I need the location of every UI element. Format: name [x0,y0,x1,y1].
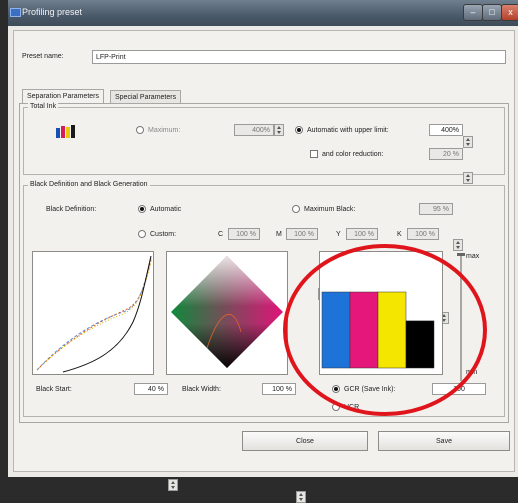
maximum-radio[interactable] [136,126,144,134]
ink-bars-graph [321,291,435,369]
title-bar[interactable]: Profiling preset – □ x [8,0,518,26]
gcr-radio[interactable] [332,385,340,393]
tab-special-parameters[interactable]: Special Parameters [110,90,182,103]
total-ink-group [23,107,505,175]
c-input[interactable]: 100 % [228,228,260,240]
k-input[interactable]: 100 % [407,228,439,240]
profiling-preset-window: Profiling preset – □ x Preset name: LFP-… [8,0,518,503]
yellow-bar [377,291,407,369]
m-input[interactable]: 100 % [286,228,318,240]
maximum-black-radio[interactable] [292,205,300,213]
color-reduction-checkbox[interactable] [310,150,318,158]
black-width-input[interactable]: 100 % [262,383,296,395]
automatic-label: Automatic [150,206,182,213]
ucr-radio[interactable] [332,403,340,411]
ucr-label: UCR [344,404,360,411]
custom-label: Custom: [150,231,177,238]
y-input[interactable]: 100 % [346,228,378,240]
preset-name-input[interactable]: LFP-Print [92,50,506,64]
gcr-label: GCR (Save Ink): [344,386,396,393]
black-start-spinner[interactable] [168,479,178,491]
black-width-spinner[interactable] [296,491,306,503]
color-reduction-input[interactable]: 20 % [429,148,463,160]
automatic-upper-limit-radio[interactable] [295,126,303,134]
maximum-spinner[interactable] [274,124,284,136]
maximum-black-input[interactable]: 95 % [419,203,453,215]
gamut-preview-panel [166,251,288,375]
cyan-bar [321,291,351,369]
gcr-value-input[interactable]: 100 [432,383,486,395]
automatic-upper-limit-input[interactable]: 400% [429,124,463,136]
black-width-label: Black Width: [182,386,221,393]
maximum-black-spinner[interactable] [453,239,463,251]
color-reduction-spinner[interactable] [463,172,473,184]
automatic-upper-limit-spinner[interactable] [463,136,473,148]
black-bar [405,320,435,369]
ink-bars-panel [319,251,443,375]
black-start-input[interactable]: 40 % [134,383,168,395]
k-label: K [397,231,402,238]
black-definition-label: Black Definition: [46,206,97,213]
m-label: M [276,231,282,238]
preset-name-label: Preset name: [22,53,64,60]
gcr-slider-handle[interactable] [457,253,465,256]
minimize-button[interactable]: – [463,4,483,21]
automatic-upper-limit-label: Automatic with upper limit: [307,127,389,134]
close-window-button[interactable]: x [501,4,518,21]
close-button[interactable]: Close [242,431,368,451]
maximize-button[interactable]: □ [482,4,502,21]
maximum-input[interactable]: 400% [234,124,274,136]
tab-separation-parameters[interactable]: Separation Parameters [22,89,104,103]
c-label: C [218,231,224,238]
black-generation-title: Black Definition and Black Generation [28,181,150,188]
save-button[interactable]: Save [378,431,510,451]
magenta-bar [349,291,379,369]
gamut-diamond [171,256,283,368]
slider-max-label: max [466,253,480,260]
app-icon [10,8,21,17]
window-title: Profiling preset [22,7,83,17]
ink-cartridges-icon [56,125,75,138]
y-label: Y [336,231,341,238]
gcr-slider-track[interactable] [460,253,462,381]
black-curves-graph [36,255,152,373]
black-curve-panel [32,251,154,375]
automatic-radio[interactable] [138,205,146,213]
slider-min-label: min [466,369,478,376]
maximum-label: Maximum: [148,127,181,134]
black-start-label: Black Start: [36,386,72,393]
dialog-body: Preset name: LFP-Print Separation Parame… [13,30,515,503]
custom-radio[interactable] [138,230,146,238]
maximum-black-label: Maximum Black: [304,206,356,213]
total-ink-title: Total Ink [28,103,59,110]
color-reduction-label: and color reduction: [322,151,384,158]
